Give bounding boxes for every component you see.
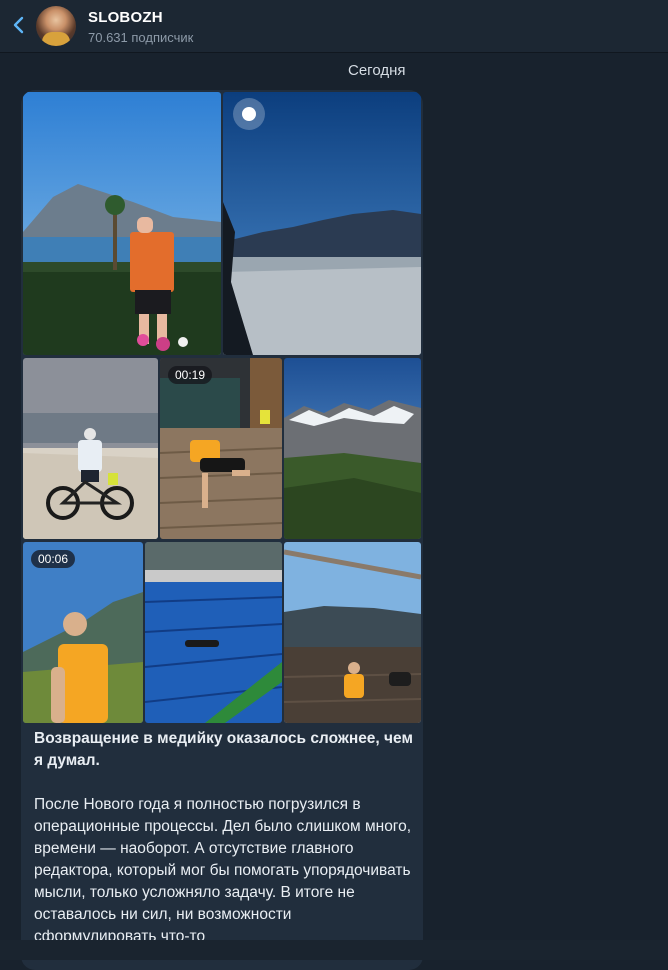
avatar-figure bbox=[42, 32, 70, 46]
bottom-bar bbox=[0, 940, 668, 960]
channel-name[interactable]: SLOBOZH bbox=[88, 9, 163, 26]
photo-terrace-workout[interactable] bbox=[284, 542, 421, 723]
photo-lake-view[interactable] bbox=[23, 92, 221, 355]
photo-mountain-sun[interactable] bbox=[223, 92, 421, 355]
channel-avatar[interactable] bbox=[36, 6, 76, 46]
chat-header: SLOBOZH 70.631 подписчик bbox=[0, 0, 668, 53]
photo-swimming-pool[interactable] bbox=[145, 542, 282, 723]
back-button[interactable] bbox=[8, 12, 30, 38]
video-selfie[interactable]: 00:06 bbox=[23, 542, 143, 723]
photo-alpine-valley[interactable] bbox=[284, 358, 421, 539]
post-text: Возвращение в медийку оказалось сложнее,… bbox=[34, 728, 414, 970]
video-duration-badge: 00:19 bbox=[168, 366, 213, 384]
post-heading: Возвращение в медийку оказалось сложнее,… bbox=[34, 730, 413, 769]
post-body: После Нового года я полностью погрузился… bbox=[34, 796, 412, 945]
message-bubble: 00:19 00:06 Возвращение в медийку оказал… bbox=[21, 90, 423, 970]
video-workout[interactable]: 00:19 bbox=[160, 358, 282, 539]
subscriber-count: 70.631 подписчик bbox=[88, 30, 194, 45]
photo-cyclist[interactable] bbox=[23, 358, 158, 539]
video-duration-badge-2: 00:06 bbox=[31, 550, 76, 568]
back-arrow-icon bbox=[13, 16, 24, 34]
date-separator: Сегодня bbox=[348, 62, 406, 79]
